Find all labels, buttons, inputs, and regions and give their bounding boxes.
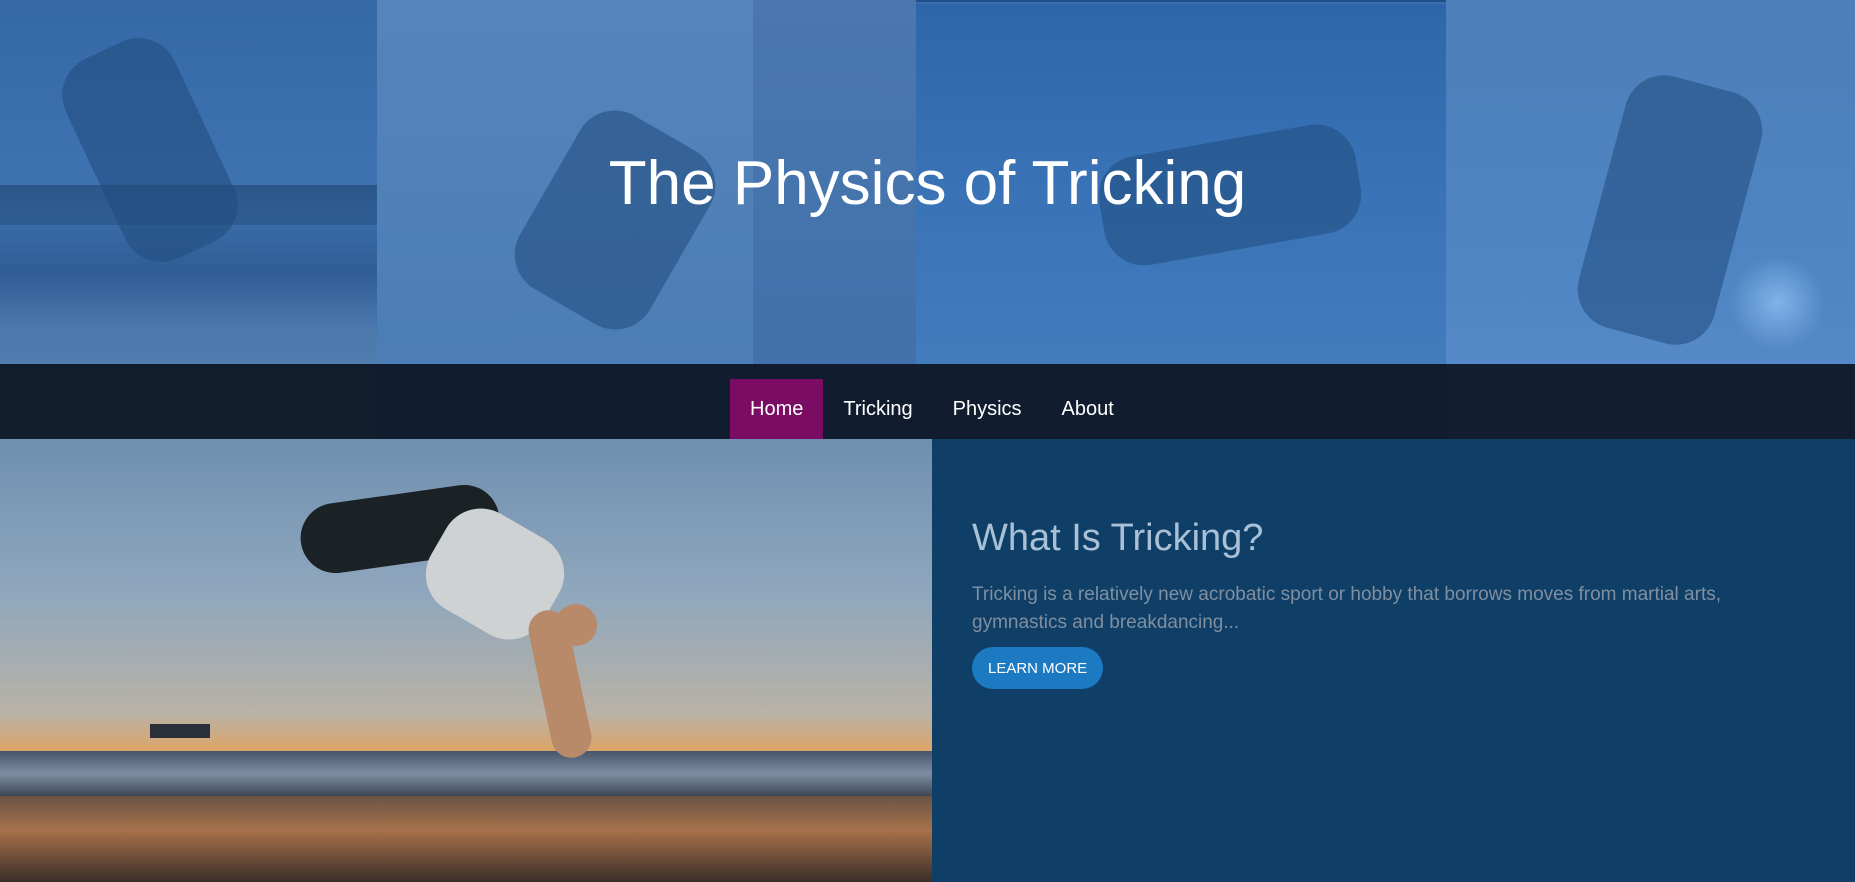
nav-item-about[interactable]: About [1042,379,1134,439]
nav-menu: Home Tricking Physics About [730,379,1134,439]
learn-more-button[interactable]: LEARN MORE [972,647,1104,689]
nav-item-tricking[interactable]: Tricking [823,379,932,439]
feature-title: What Is Tricking? [972,517,1264,559]
nav-item-physics[interactable]: Physics [933,379,1042,439]
feature-info-panel: What Is Tricking? Tricking is a relative… [932,439,1855,882]
feature-description: Tricking is a relatively new acrobatic s… [972,584,1722,633]
site-title: The Physics of Tricking [608,149,1247,218]
nav-item-home[interactable]: Home [730,379,824,439]
hero-light-glow [1730,255,1825,350]
photo-beach [0,796,932,882]
photo-pier [150,724,210,738]
main-navbar: Home Tricking Physics About [0,364,1855,439]
photo-sea [0,751,932,796]
photo-person-head [555,604,597,646]
feature-section: What Is Tricking? Tricking is a relative… [0,439,1855,882]
tricking-beach-photo [0,439,932,882]
